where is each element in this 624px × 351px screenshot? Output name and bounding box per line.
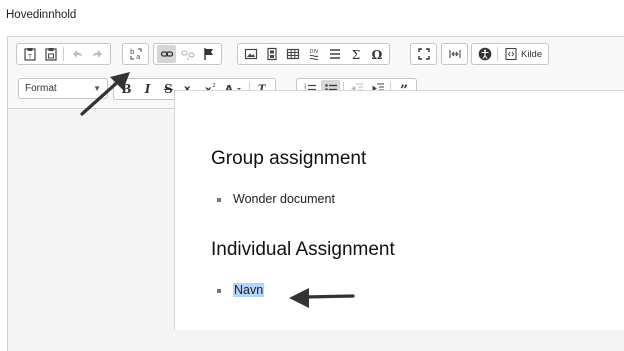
lang-direction-icon[interactable]: ba	[126, 45, 145, 63]
toolbar-separator	[63, 47, 64, 61]
list-item: Wonder document	[217, 192, 335, 206]
svg-text:Ω: Ω	[371, 48, 382, 61]
link-icon[interactable]	[157, 45, 176, 63]
source-button[interactable]: Kilde	[501, 45, 545, 63]
svg-text:DIV: DIV	[309, 49, 318, 55]
media-icon[interactable]	[262, 45, 281, 63]
insert-group: DIV Σ Ω	[237, 43, 390, 65]
svg-text:b: b	[130, 48, 135, 56]
source-label: Kilde	[521, 48, 543, 60]
maximize-group	[410, 43, 437, 65]
toolbar-separator	[497, 47, 498, 61]
image-icon[interactable]	[241, 45, 260, 63]
special-char-icon[interactable]: Ω	[367, 45, 386, 63]
list-item-text: Wonder document	[233, 192, 335, 206]
svg-text:2: 2	[212, 83, 215, 89]
annotation-arrow-icon	[80, 72, 130, 116]
maximize-icon[interactable]	[414, 45, 433, 63]
heading-individual-assignment: Individual Assignment	[211, 239, 395, 260]
svg-text:T: T	[27, 54, 32, 61]
annotation-arrow-icon	[289, 288, 355, 308]
svg-text:Σ: Σ	[351, 48, 359, 61]
redo-icon[interactable]	[88, 45, 107, 63]
math-icon[interactable]: Σ	[346, 45, 365, 63]
document-page[interactable]: Group assignment Wonder document Individ…	[174, 90, 624, 330]
direction-group: ba	[122, 43, 149, 65]
bullet-icon	[217, 289, 221, 293]
italic-icon[interactable]: I	[138, 80, 157, 98]
paste-word-icon[interactable]	[41, 45, 60, 63]
accessibility-icon[interactable]	[475, 45, 494, 63]
source-icon	[505, 47, 517, 61]
horizontal-line-icon[interactable]	[325, 45, 344, 63]
undo-icon[interactable]	[67, 45, 86, 63]
bullet-icon	[217, 198, 221, 202]
link-group	[153, 43, 222, 65]
heading-group-assignment: Group assignment	[211, 148, 367, 169]
paste-text-icon[interactable]: T	[20, 45, 39, 63]
field-label: Hovedinnhold	[6, 9, 77, 21]
clipboard-group: T	[16, 43, 111, 65]
list-item: Navn	[217, 283, 265, 297]
div-icon[interactable]: DIV	[304, 45, 323, 63]
unlink-icon[interactable]	[178, 45, 197, 63]
source-group: Kilde	[471, 43, 550, 65]
show-blocks-icon[interactable]	[445, 45, 464, 63]
svg-text:a: a	[136, 53, 140, 61]
table-icon[interactable]	[283, 45, 302, 63]
selected-text: Navn	[233, 283, 265, 297]
format-combo-value: Format	[25, 83, 57, 94]
anchor-icon[interactable]	[199, 45, 218, 63]
blocks-group	[441, 43, 468, 65]
